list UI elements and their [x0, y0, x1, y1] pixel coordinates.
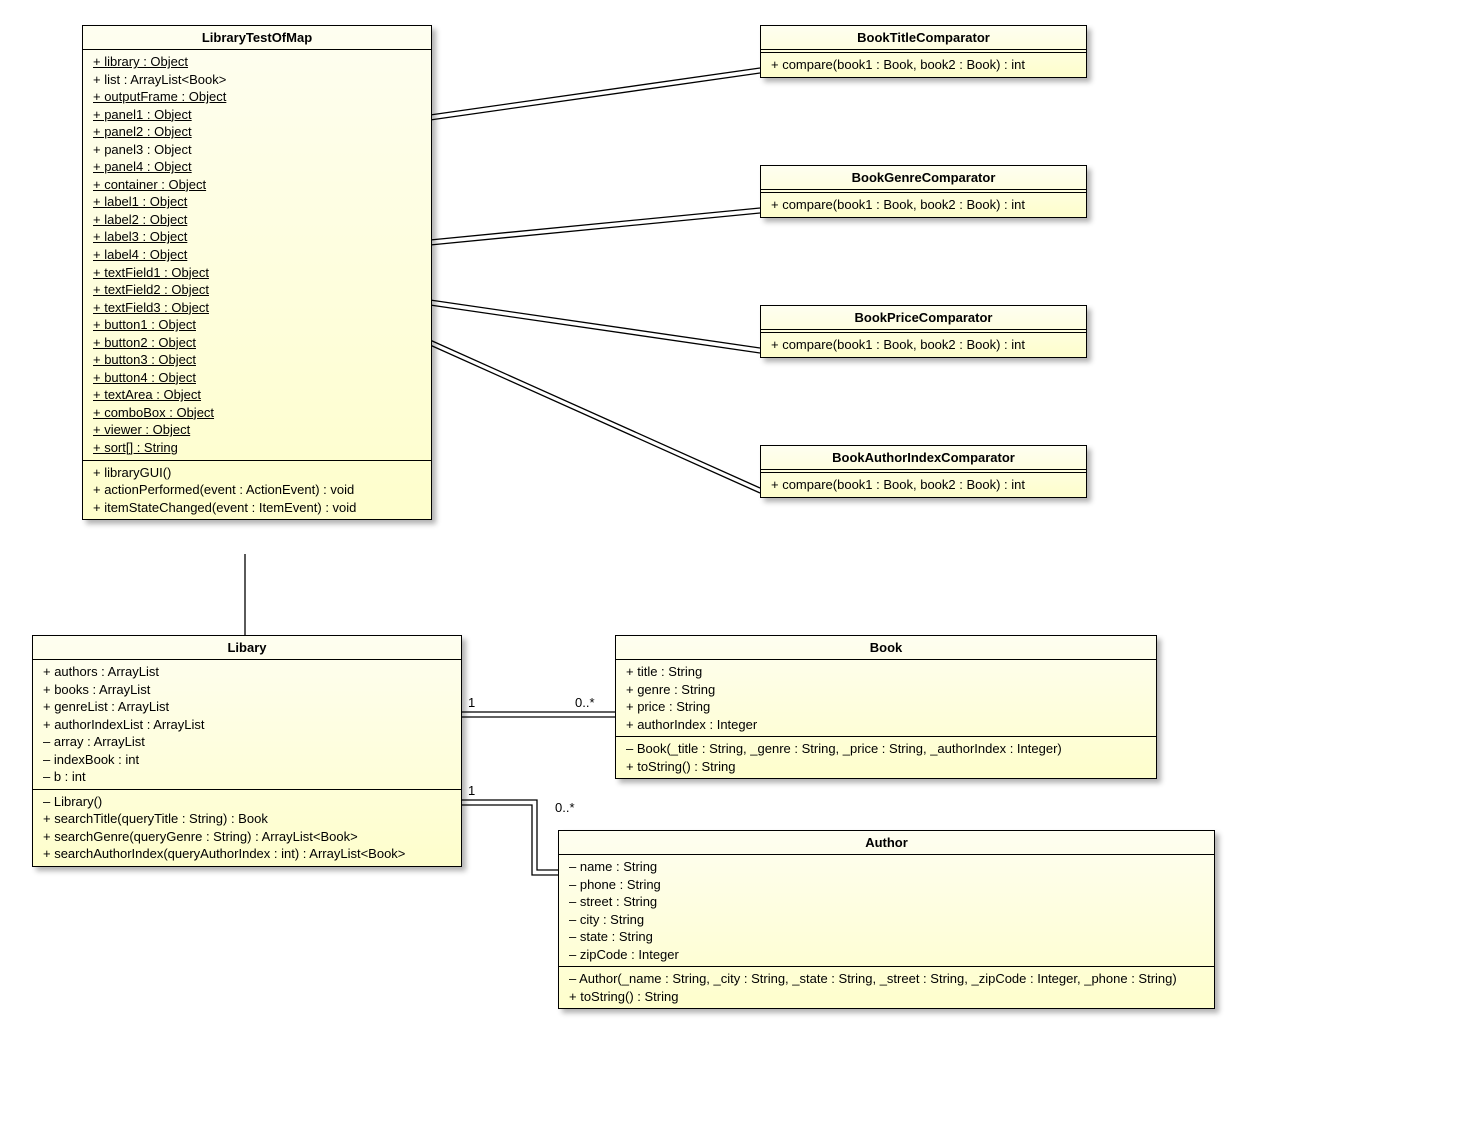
- member-row: + authorIndexList : ArrayList: [43, 716, 451, 734]
- member-row: + panel2 : Object: [93, 123, 421, 141]
- multiplicity-label: 0..*: [575, 695, 595, 710]
- op-section: + compare(book1 : Book, book2 : Book) : …: [761, 473, 1086, 497]
- member-row: – array : ArrayList: [43, 733, 451, 751]
- member-row: + actionPerformed(event : ActionEvent) :…: [93, 481, 421, 499]
- member-row: – b : int: [43, 768, 451, 786]
- member-row: + outputFrame : Object: [93, 88, 421, 106]
- member-row: + label4 : Object: [93, 246, 421, 264]
- member-row: – Book(_title : String, _genre : String,…: [626, 740, 1146, 758]
- class-bookgenrecomparator: BookGenreComparator + compare(book1 : Bo…: [760, 165, 1087, 218]
- member-row: + comboBox : Object: [93, 404, 421, 422]
- member-row: + label1 : Object: [93, 193, 421, 211]
- member-row: + price : String: [626, 698, 1146, 716]
- member-row: + label3 : Object: [93, 228, 421, 246]
- op-section: + compare(book1 : Book, book2 : Book) : …: [761, 333, 1086, 357]
- class-title: Book: [616, 636, 1156, 660]
- member-row: + textArea : Object: [93, 386, 421, 404]
- class-title: BookGenreComparator: [761, 166, 1086, 190]
- member-row: + authors : ArrayList: [43, 663, 451, 681]
- op-row: + compare(book1 : Book, book2 : Book) : …: [771, 336, 1076, 354]
- multiplicity-label: 0..*: [555, 800, 575, 815]
- member-row: + panel1 : Object: [93, 106, 421, 124]
- member-row: + button2 : Object: [93, 334, 421, 352]
- class-title: BookTitleComparator: [761, 26, 1086, 50]
- member-row: + books : ArrayList: [43, 681, 451, 699]
- op-section: – Book(_title : String, _genre : String,…: [616, 737, 1156, 778]
- member-row: + label2 : Object: [93, 211, 421, 229]
- op-row: + compare(book1 : Book, book2 : Book) : …: [771, 56, 1076, 74]
- member-row: + genre : String: [626, 681, 1146, 699]
- member-row: + button4 : Object: [93, 369, 421, 387]
- class-booktitlecomparator: BookTitleComparator + compare(book1 : Bo…: [760, 25, 1087, 78]
- member-row: + authorIndex : Integer: [626, 716, 1146, 734]
- op-section: – Author(_name : String, _city : String,…: [559, 967, 1214, 1008]
- class-bookauthorindexcomparator: BookAuthorIndexComparator + compare(book…: [760, 445, 1087, 498]
- member-row: + itemStateChanged(event : ItemEvent) : …: [93, 499, 421, 517]
- member-row: + textField1 : Object: [93, 264, 421, 282]
- attr-section: + library : Object+ list : ArrayList<Boo…: [83, 50, 431, 461]
- member-row: – street : String: [569, 893, 1204, 911]
- class-book: Book + title : String+ genre : String+ p…: [615, 635, 1157, 779]
- member-row: – state : String: [569, 928, 1204, 946]
- class-title: BookPriceComparator: [761, 306, 1086, 330]
- class-title: Author: [559, 831, 1214, 855]
- multiplicity-label: 1: [468, 695, 475, 710]
- member-row: – Library(): [43, 793, 451, 811]
- member-row: + toString() : String: [569, 988, 1204, 1006]
- op-section: + libraryGUI()+ actionPerformed(event : …: [83, 461, 431, 520]
- attr-section: + title : String+ genre : String+ price …: [616, 660, 1156, 737]
- member-row: + container : Object: [93, 176, 421, 194]
- member-row: + libraryGUI(): [93, 464, 421, 482]
- uml-diagram: LibraryTestOfMap + library : Object+ lis…: [0, 0, 1461, 1136]
- class-title: LibraryTestOfMap: [83, 26, 431, 50]
- member-row: + textField2 : Object: [93, 281, 421, 299]
- member-row: + viewer : Object: [93, 421, 421, 439]
- attr-section: + authors : ArrayList+ books : ArrayList…: [33, 660, 461, 790]
- member-row: – zipCode : Integer: [569, 946, 1204, 964]
- op-section: + compare(book1 : Book, book2 : Book) : …: [761, 193, 1086, 217]
- member-row: + library : Object: [93, 53, 421, 71]
- member-row: – indexBook : int: [43, 751, 451, 769]
- op-row: + compare(book1 : Book, book2 : Book) : …: [771, 476, 1076, 494]
- member-row: + sort[] : String: [93, 439, 421, 457]
- class-title: Libary: [33, 636, 461, 660]
- member-row: + searchTitle(queryTitle : String) : Boo…: [43, 810, 451, 828]
- class-librarytestofmap: LibraryTestOfMap + library : Object+ lis…: [82, 25, 432, 520]
- member-row: + panel4 : Object: [93, 158, 421, 176]
- member-row: – phone : String: [569, 876, 1204, 894]
- op-section: – Library()+ searchTitle(queryTitle : St…: [33, 790, 461, 866]
- member-row: – name : String: [569, 858, 1204, 876]
- attr-section: – name : String– phone : String– street …: [559, 855, 1214, 967]
- member-row: – Author(_name : String, _city : String,…: [569, 970, 1204, 988]
- class-bookpricecomparator: BookPriceComparator + compare(book1 : Bo…: [760, 305, 1087, 358]
- member-row: – city : String: [569, 911, 1204, 929]
- class-library: Libary + authors : ArrayList+ books : Ar…: [32, 635, 462, 867]
- member-row: + list : ArrayList<Book>: [93, 71, 421, 89]
- member-row: + searchAuthorIndex(queryAuthorIndex : i…: [43, 845, 451, 863]
- member-row: + genreList : ArrayList: [43, 698, 451, 716]
- class-author: Author – name : String– phone : String– …: [558, 830, 1215, 1009]
- op-row: + compare(book1 : Book, book2 : Book) : …: [771, 196, 1076, 214]
- member-row: + searchGenre(queryGenre : String) : Arr…: [43, 828, 451, 846]
- member-row: + toString() : String: [626, 758, 1146, 776]
- member-row: + panel3 : Object: [93, 141, 421, 159]
- multiplicity-label: 1: [468, 783, 475, 798]
- member-row: + title : String: [626, 663, 1146, 681]
- class-title: BookAuthorIndexComparator: [761, 446, 1086, 470]
- member-row: + textField3 : Object: [93, 299, 421, 317]
- member-row: + button3 : Object: [93, 351, 421, 369]
- member-row: + button1 : Object: [93, 316, 421, 334]
- op-section: + compare(book1 : Book, book2 : Book) : …: [761, 53, 1086, 77]
